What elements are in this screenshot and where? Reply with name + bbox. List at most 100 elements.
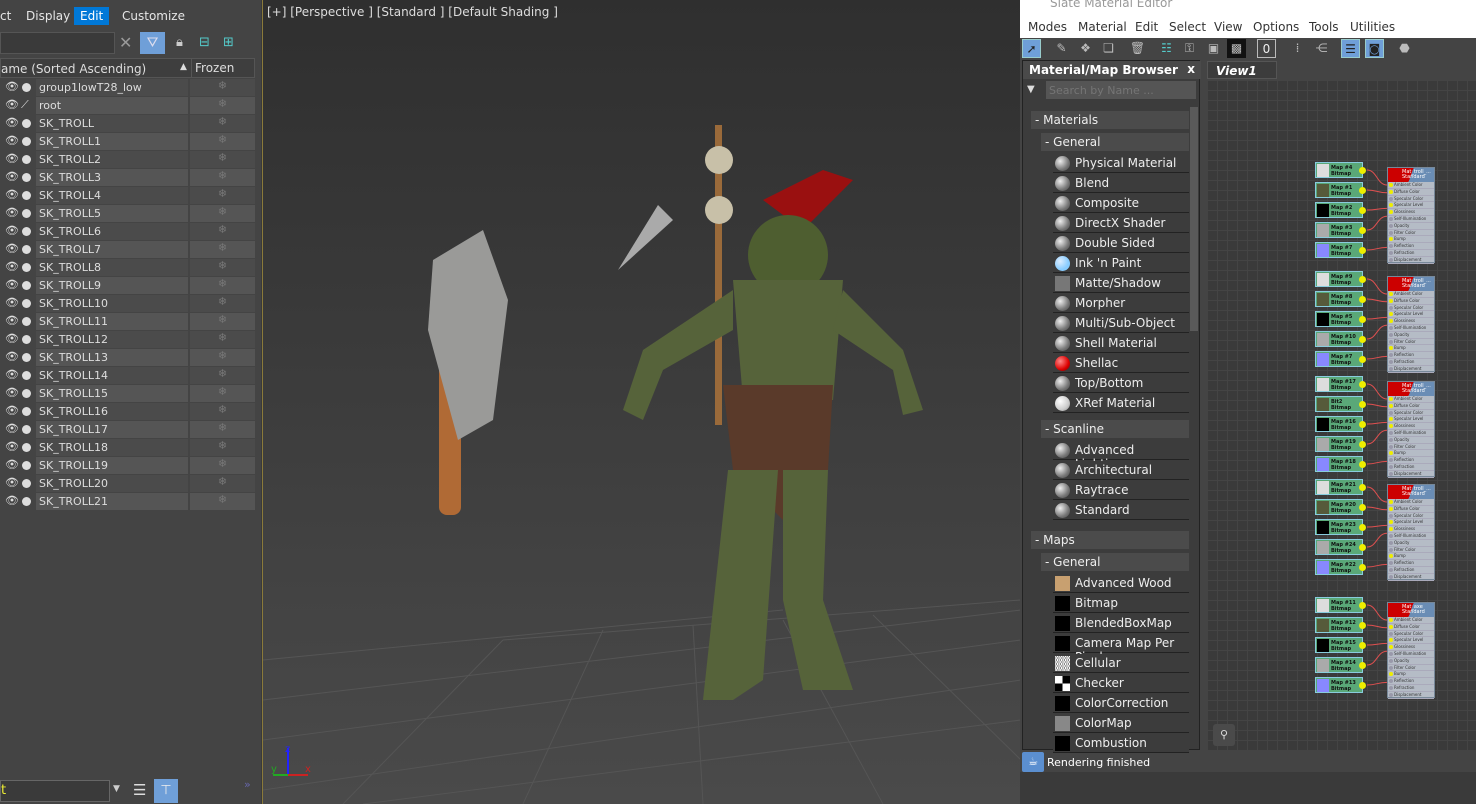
material-slot[interactable]: Opacity — [1388, 437, 1434, 444]
scene-object-row[interactable]: 👁︎ SK_TROLL12 ❄ — [0, 331, 255, 349]
visibility-eye-icon[interactable]: 👁︎ — [5, 440, 19, 453]
material-slot[interactable]: Bump — [1388, 236, 1434, 244]
material-slot[interactable]: Glossiness — [1388, 423, 1434, 430]
output-socket[interactable] — [1359, 564, 1366, 571]
material-slot[interactable]: Filter Color — [1388, 665, 1434, 672]
material-slot[interactable]: Self-Illumination — [1388, 216, 1434, 223]
browser-item[interactable]: Matte/Shadow — [1053, 274, 1189, 293]
search-input[interactable] — [0, 32, 115, 54]
browser-item[interactable]: Top/Bottom — [1053, 374, 1189, 393]
binoculars-icon[interactable]: ⚲ — [1213, 724, 1235, 746]
browser-section[interactable]: - Materials — [1031, 111, 1189, 129]
material-slot[interactable]: Displacement — [1388, 692, 1434, 699]
material-slot[interactable]: Glossiness — [1388, 526, 1434, 533]
browser-item[interactable]: Double Sided — [1053, 234, 1189, 253]
output-socket[interactable] — [1359, 421, 1366, 428]
frozen-snowflake-icon[interactable]: ❄ — [190, 295, 255, 312]
frozen-snowflake-icon[interactable]: ❄ — [190, 403, 255, 420]
object-name[interactable]: SK_TROLL10 — [36, 295, 188, 312]
visibility-eye-icon[interactable]: 👁︎ — [5, 80, 19, 93]
material-slot[interactable]: Filter Color — [1388, 547, 1434, 554]
browser-scrollbar[interactable] — [1190, 107, 1198, 331]
bitmap-node[interactable]: Map #8 Bitmap — [1315, 291, 1366, 307]
material-id-icon[interactable]: 0 — [1257, 39, 1276, 58]
visibility-eye-icon[interactable]: 👁︎ — [5, 278, 19, 291]
material-node[interactable]: Mat_troll_... Standard Ambient Color Diffus… — [1387, 276, 1435, 373]
output-socket[interactable] — [1359, 682, 1366, 689]
material-slot[interactable]: Glossiness — [1388, 209, 1434, 216]
bitmap-node[interactable]: Map #17 Bitmap — [1315, 376, 1366, 392]
scene-object-row[interactable]: 👁︎ SK_TROLL9 ❄ — [0, 277, 255, 295]
frozen-snowflake-icon[interactable]: ❄ — [190, 367, 255, 384]
clear-search-icon[interactable]: ✕ — [119, 33, 132, 52]
material-slot[interactable]: Reflection — [1388, 352, 1434, 359]
frozen-snowflake-icon[interactable]: ❄ — [190, 349, 255, 366]
browser-group[interactable]: - General — [1041, 133, 1189, 151]
bitmap-node[interactable]: Map #2 Bitmap — [1315, 202, 1366, 218]
lock-icon[interactable]: 🔒︎ — [176, 35, 183, 50]
material-slot[interactable]: Specular Level — [1388, 637, 1434, 645]
bitmap-node[interactable]: Map #20 Bitmap — [1315, 499, 1366, 515]
visibility-eye-icon[interactable]: 👁︎ — [5, 332, 19, 345]
material-slot[interactable]: Ambient Color — [1388, 291, 1434, 298]
bitmap-node[interactable]: Map #7 Bitmap — [1315, 351, 1366, 367]
material-slot[interactable]: Specular Level — [1388, 202, 1434, 210]
object-name[interactable]: SK_TROLL21 — [36, 493, 188, 510]
menu-modes[interactable]: Modes — [1028, 20, 1067, 34]
material-node[interactable]: Mat_troll_... Standard Ambient Color Diffus… — [1387, 167, 1435, 264]
bitmap-node[interactable]: Map #22 Bitmap — [1315, 559, 1366, 575]
material-slot[interactable]: Displacement — [1388, 366, 1434, 373]
material-slot[interactable]: Reflection — [1388, 678, 1434, 685]
visibility-eye-icon[interactable]: 👁︎ — [5, 458, 19, 471]
output-socket[interactable] — [1359, 401, 1366, 408]
bitmap-node[interactable]: Map #1 Bitmap — [1315, 182, 1366, 198]
browser-item[interactable]: Composite — [1053, 194, 1189, 213]
visibility-eye-icon[interactable]: 👁︎ — [5, 386, 19, 399]
material-slot[interactable]: Refraction — [1388, 464, 1434, 471]
visibility-eye-icon[interactable]: 👁︎ — [5, 224, 19, 237]
scene-object-row[interactable]: 👁︎ SK_TROLL4 ❄ — [0, 187, 255, 205]
frozen-snowflake-icon[interactable]: ❄ — [190, 169, 255, 186]
frozen-snowflake-icon[interactable]: ❄ — [190, 151, 255, 168]
output-socket[interactable] — [1359, 247, 1366, 254]
visibility-eye-icon[interactable]: 👁︎ — [5, 116, 19, 129]
browser-item[interactable]: Blend — [1053, 174, 1189, 193]
material-slot[interactable]: Reflection — [1388, 560, 1434, 567]
bitmap-node[interactable]: Map #19 Bitmap — [1315, 436, 1366, 452]
output-socket[interactable] — [1359, 461, 1366, 468]
material-slot[interactable]: Specular Color — [1388, 305, 1434, 312]
object-name[interactable]: SK_TROLL6 — [36, 223, 188, 240]
material-slot[interactable]: Displacement — [1388, 471, 1434, 478]
visibility-eye-icon[interactable]: 👁︎ — [5, 260, 19, 273]
frozen-snowflake-icon[interactable]: ❄ — [190, 79, 255, 96]
browser-group[interactable]: - Scanline — [1041, 420, 1189, 438]
scene-object-row[interactable]: 👁︎ ⟋ root ❄ — [0, 97, 255, 115]
visibility-eye-icon[interactable]: 👁︎ — [5, 152, 19, 165]
browser-item[interactable]: XRef Material — [1053, 394, 1189, 413]
output-socket[interactable] — [1359, 504, 1366, 511]
scene-object-row[interactable]: 👁︎ SK_TROLL ❄ — [0, 115, 255, 133]
search-by-name-input[interactable] — [1046, 81, 1196, 99]
bitmap-node[interactable]: Map #9 Bitmap — [1315, 271, 1366, 287]
menu-view[interactable]: View — [1214, 20, 1242, 34]
material-slot[interactable]: Opacity — [1388, 540, 1434, 547]
output-socket[interactable] — [1359, 441, 1366, 448]
material-slot[interactable]: Bump — [1388, 450, 1434, 458]
material-slot[interactable]: Displacement — [1388, 574, 1434, 581]
browser-item[interactable]: Advanced Wood — [1053, 574, 1189, 593]
browser-item[interactable]: Camera Map Per Pixel — [1053, 634, 1189, 664]
material-slot[interactable]: Bump — [1388, 345, 1434, 353]
close-icon[interactable]: x — [1187, 62, 1195, 76]
material-slot[interactable]: Self-Illumination — [1388, 651, 1434, 658]
material-slot[interactable]: Filter Color — [1388, 230, 1434, 237]
browser-item[interactable]: DirectX Shader — [1053, 214, 1189, 233]
object-name[interactable]: SK_TROLL18 — [36, 439, 188, 456]
material-slot[interactable]: Specular Level — [1388, 416, 1434, 424]
visibility-eye-icon[interactable]: 👁︎ — [5, 296, 19, 309]
object-name[interactable]: group1lowT28_low — [36, 79, 188, 96]
material-node[interactable]: Mat_troll_... Standard Ambient Color Diffus… — [1387, 381, 1435, 478]
browser-item[interactable]: Architectural — [1053, 461, 1189, 480]
scene-object-row[interactable]: 👁︎ SK_TROLL7 ❄ — [0, 241, 255, 259]
menu-edit[interactable]: Edit — [74, 7, 110, 25]
frozen-snowflake-icon[interactable]: ❄ — [190, 241, 255, 258]
